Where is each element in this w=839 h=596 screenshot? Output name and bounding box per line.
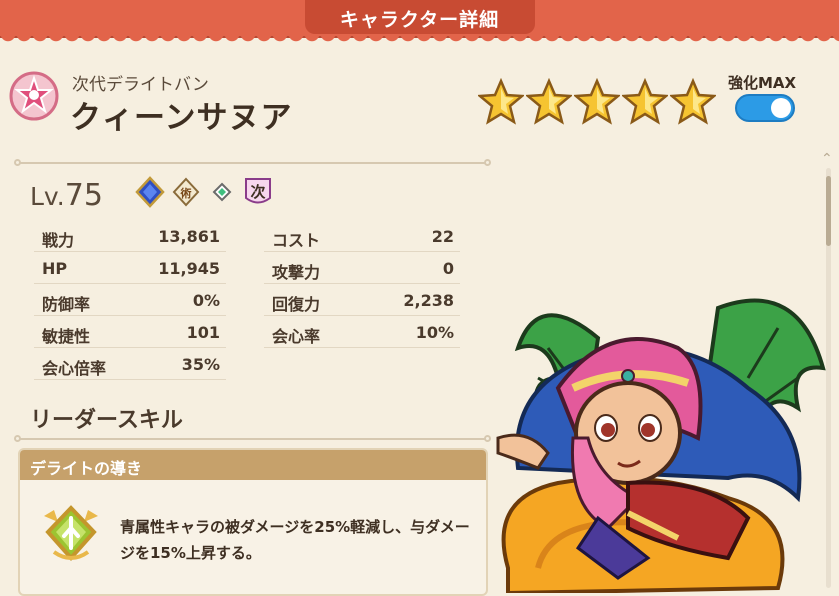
technique-type-icon: 術 [172,177,200,207]
stat-value: 13,861 [158,227,220,246]
divider-dot [484,159,491,166]
stat-cost: コスト 22 [264,222,460,252]
rarity-stars [478,78,716,128]
stat-hp: HP 11,945 [34,254,226,284]
stat-label: 防御率 [42,295,91,314]
stat-value: 2,238 [403,291,454,310]
stat-label: 会心率 [272,327,321,346]
next-generation-icon: 次 [245,178,271,204]
attribute-badges: 術 次 [135,176,273,208]
stat-value: 0% [192,291,220,310]
stat-value: 22 [431,227,454,246]
stat-critical-rate: 会心率 10% [264,318,460,348]
stat-defense-rate: 防御率 0% [34,286,226,316]
divider-dot [14,159,21,166]
divider-top [20,162,488,164]
technique-label: 術 [180,186,192,200]
stat-agility: 敏捷性 101 [34,318,226,348]
leader-skill-icon [44,505,98,562]
divider-skill [20,438,488,440]
stat-value: 101 [186,323,220,342]
stat-value: 0 [442,259,454,278]
toggle-knob [771,98,791,118]
stat-label: HP [42,259,68,278]
page-title: キャラクター詳細 [339,9,500,31]
stat-critical-multiplier: 会心倍率 35% [34,350,226,380]
level-value: 75 [64,178,103,213]
blue-attribute-icon [135,176,165,208]
stat-label: 攻撃力 [272,263,321,282]
stat-label: コスト [272,231,321,250]
stat-value: 10% [415,323,454,342]
stat-value: 35% [181,355,220,374]
star-icon [622,78,668,125]
level-display: Lv.75 [30,178,103,213]
stat-attack: 攻撃力 0 [264,254,460,284]
stat-label: 回復力 [272,295,321,314]
star-icon [478,78,524,125]
enhance-max-toggle[interactable] [735,94,795,122]
class-gem-icon [212,182,232,202]
leader-skill-description: 青属性キャラの被ダメージを25%軽減し、与ダメージを15%上昇する。 [120,518,470,562]
leader-skill-heading: リーダースキル [30,408,183,433]
scrollbar-thumb[interactable] [826,176,831,246]
rank-emblem-icon [9,71,59,121]
divider-dot [14,435,21,442]
stat-recovery: 回復力 2,238 [264,286,460,316]
leader-skill-card: デライトの導き 青属性キャラの被ダメージを25%軽減し、与ダメージを15%上昇す… [18,448,488,596]
stat-label: 敏捷性 [42,327,91,346]
star-icon [574,78,620,125]
stat-label: 戦力 [42,231,75,250]
stat-power: 戦力 13,861 [34,222,226,252]
next-label: 次 [250,183,265,201]
character-illustration [496,298,826,593]
scroll-up-icon[interactable]: ⌃ [821,151,833,167]
banner-scallop [0,34,839,44]
level-prefix: Lv. [30,182,65,211]
stat-label: 会心倍率 [42,359,107,378]
leader-skill-name: デライトの導き [20,450,486,480]
star-icon [526,78,572,125]
enhance-max-label: 強化MAX [728,74,797,92]
stat-value: 11,945 [158,259,220,278]
character-name: クィーンサヌア [70,100,293,136]
star-icon [670,78,716,125]
